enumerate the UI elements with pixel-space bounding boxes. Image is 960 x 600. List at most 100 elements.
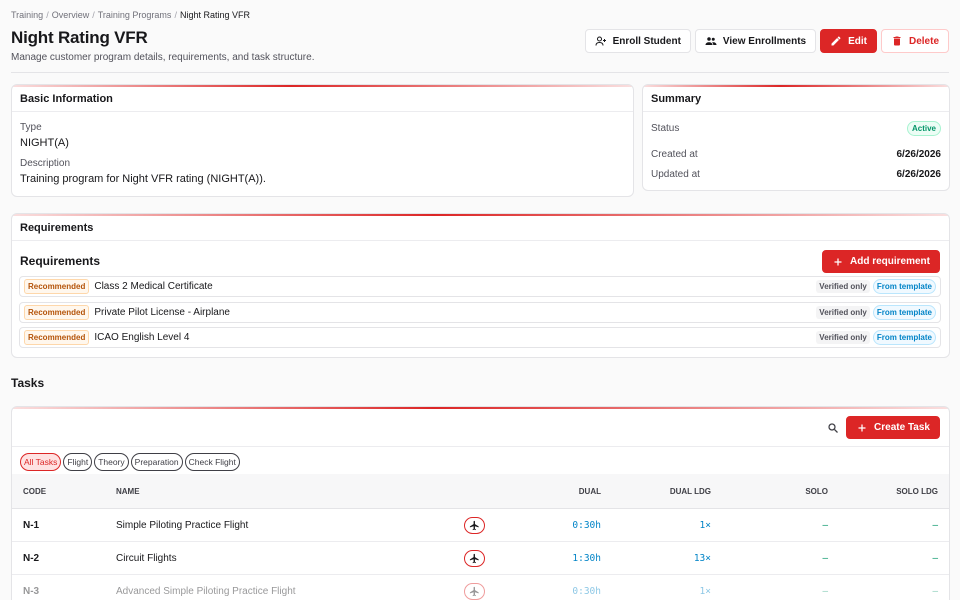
search-tasks-button[interactable] xyxy=(821,416,845,439)
task-solo: – xyxy=(822,552,828,564)
airplane-icon xyxy=(464,549,485,567)
card-title: Requirements xyxy=(12,214,949,241)
created-value: 6/26/2026 xyxy=(896,149,942,160)
description-value: Training program for Night VFR rating (N… xyxy=(20,173,266,185)
task-name: Advanced Simple Piloting Practice Flight xyxy=(116,585,296,597)
breadcrumb-link-training-programs[interactable]: Training Programs xyxy=(98,10,172,20)
edit-label: Edit xyxy=(848,35,867,47)
status-badge: Active xyxy=(906,121,941,136)
recommended-tag: Recommended xyxy=(24,305,90,320)
requirements-card: Requirements Requirements Add requiremen… xyxy=(11,213,950,358)
column-header-solo-ldg[interactable]: SOLO LDG xyxy=(896,474,938,508)
requirement-name: Private Pilot License - Airplane xyxy=(94,307,230,318)
breadcrumb-current: Night Rating VFR xyxy=(179,10,250,20)
view-enrollments-button[interactable]: View Enrollments xyxy=(694,29,817,53)
plus-icon xyxy=(858,424,866,431)
table-row[interactable]: N-2 Circuit Flights 1:30h 13× – – xyxy=(12,542,949,575)
requirement-name: ICAO English Level 4 xyxy=(94,332,190,343)
task-name: Simple Piloting Practice Flight xyxy=(116,519,249,531)
header-actions: Enroll Student View Enrollments Edit Del… xyxy=(584,29,949,53)
task-name: Circuit Flights xyxy=(116,552,177,564)
summary-card: Summary Status Active Created at 6/26/20… xyxy=(642,84,950,191)
breadcrumb-link-training[interactable]: Training xyxy=(11,10,43,20)
filter-all-tasks[interactable]: All Tasks xyxy=(20,453,62,471)
from-template-tag: From template xyxy=(872,279,936,294)
basic-information-card: Basic Information Type NIGHT(A) Descript… xyxy=(11,84,634,197)
requirement-row[interactable]: Recommended ICAO English Level 4 Verifie… xyxy=(19,327,941,348)
requirement-name: Class 2 Medical Certificate xyxy=(94,281,213,292)
updated-label: Updated at xyxy=(651,169,700,180)
plus-icon xyxy=(834,258,842,265)
from-template-tag: From template xyxy=(872,305,936,320)
type-value: NIGHT(A) xyxy=(20,137,69,149)
requirement-row[interactable]: Recommended Private Pilot License - Airp… xyxy=(19,302,941,323)
task-solo-ldg: – xyxy=(932,552,938,564)
task-code: N-3 xyxy=(23,585,40,597)
view-enrollments-label: View Enrollments xyxy=(722,35,807,47)
table-row[interactable]: N-3 Advanced Simple Piloting Practice Fl… xyxy=(12,575,949,600)
task-code: N-1 xyxy=(23,519,40,531)
created-label: Created at xyxy=(651,149,698,160)
breadcrumb: Training / Overview / Training Programs / N… xyxy=(11,10,250,20)
status-label: Status xyxy=(651,123,680,134)
status-row: Status Active xyxy=(651,121,941,136)
task-solo: – xyxy=(822,585,828,597)
verified-only-tag: Verified only xyxy=(816,306,870,319)
column-header-code[interactable]: CODE xyxy=(23,474,46,508)
type-label: Type xyxy=(20,122,42,133)
airplane-icon xyxy=(464,582,485,600)
table-row[interactable]: N-1 Simple Piloting Practice Flight 0:30… xyxy=(12,509,949,542)
tasks-title: Tasks xyxy=(11,376,45,390)
task-dual-ldg: 1× xyxy=(699,519,711,531)
add-requirement-label: Add requirement xyxy=(849,256,930,267)
enroll-student-button[interactable]: Enroll Student xyxy=(584,29,691,53)
task-filter-group: All Tasks Flight Theory Preparation Chec… xyxy=(20,453,240,471)
add-requirement-button[interactable]: Add requirement xyxy=(821,250,940,273)
delete-button[interactable]: Delete xyxy=(880,29,949,53)
filter-theory[interactable]: Theory xyxy=(94,453,129,471)
header-divider xyxy=(11,72,949,73)
filter-check-flight[interactable]: Check Flight xyxy=(184,453,240,471)
verified-only-tag: Verified only xyxy=(816,331,870,344)
user-plus-icon xyxy=(595,36,606,46)
breadcrumb-link-overview[interactable]: Overview xyxy=(52,10,90,20)
updated-row: Updated at 6/26/2026 xyxy=(651,169,941,180)
delete-label: Delete xyxy=(908,35,939,47)
card-title: Summary xyxy=(643,85,949,112)
column-header-name[interactable]: NAME xyxy=(116,474,140,508)
breadcrumb-separator: / xyxy=(92,10,95,20)
tasks-table-header: CODE NAME DUAL DUAL LDG SOLO SOLO LDG xyxy=(12,474,949,509)
create-task-button[interactable]: Create Task xyxy=(846,416,940,439)
task-dual: 0:30h xyxy=(572,585,601,597)
tasks-card: Create Task All Tasks Flight Theory Prep… xyxy=(11,406,950,600)
airplane-icon xyxy=(464,516,485,534)
task-dual-ldg: 13× xyxy=(693,552,711,564)
task-dual-ldg: 1× xyxy=(699,585,711,597)
created-row: Created at 6/26/2026 xyxy=(651,149,941,160)
search-icon xyxy=(828,422,838,433)
trash-icon xyxy=(893,36,901,46)
requirement-row[interactable]: Recommended Class 2 Medical Certificate … xyxy=(19,276,941,297)
card-title: Basic Information xyxy=(12,85,633,112)
task-solo-ldg: – xyxy=(932,585,938,597)
task-dual: 0:30h xyxy=(572,519,601,531)
task-code: N-2 xyxy=(23,552,40,564)
filter-flight[interactable]: Flight xyxy=(63,453,93,471)
column-header-dual[interactable]: DUAL xyxy=(579,474,601,508)
requirements-subtitle: Requirements xyxy=(20,254,101,268)
task-type-badge xyxy=(464,509,485,541)
updated-value: 6/26/2026 xyxy=(896,169,942,180)
task-type-badge xyxy=(464,575,485,600)
breadcrumb-separator: / xyxy=(46,10,49,20)
column-header-solo[interactable]: SOLO xyxy=(805,474,828,508)
edit-button[interactable]: Edit xyxy=(820,29,877,53)
task-solo-ldg: – xyxy=(932,519,938,531)
page-title: Night Rating VFR xyxy=(11,28,148,47)
column-header-dual-ldg[interactable]: DUAL LDG xyxy=(670,474,711,508)
task-solo: – xyxy=(822,519,828,531)
create-task-label: Create Task xyxy=(874,422,930,433)
users-icon xyxy=(705,37,717,45)
filter-preparation[interactable]: Preparation xyxy=(130,453,183,471)
recommended-tag: Recommended xyxy=(24,279,90,294)
task-dual: 1:30h xyxy=(572,552,601,564)
